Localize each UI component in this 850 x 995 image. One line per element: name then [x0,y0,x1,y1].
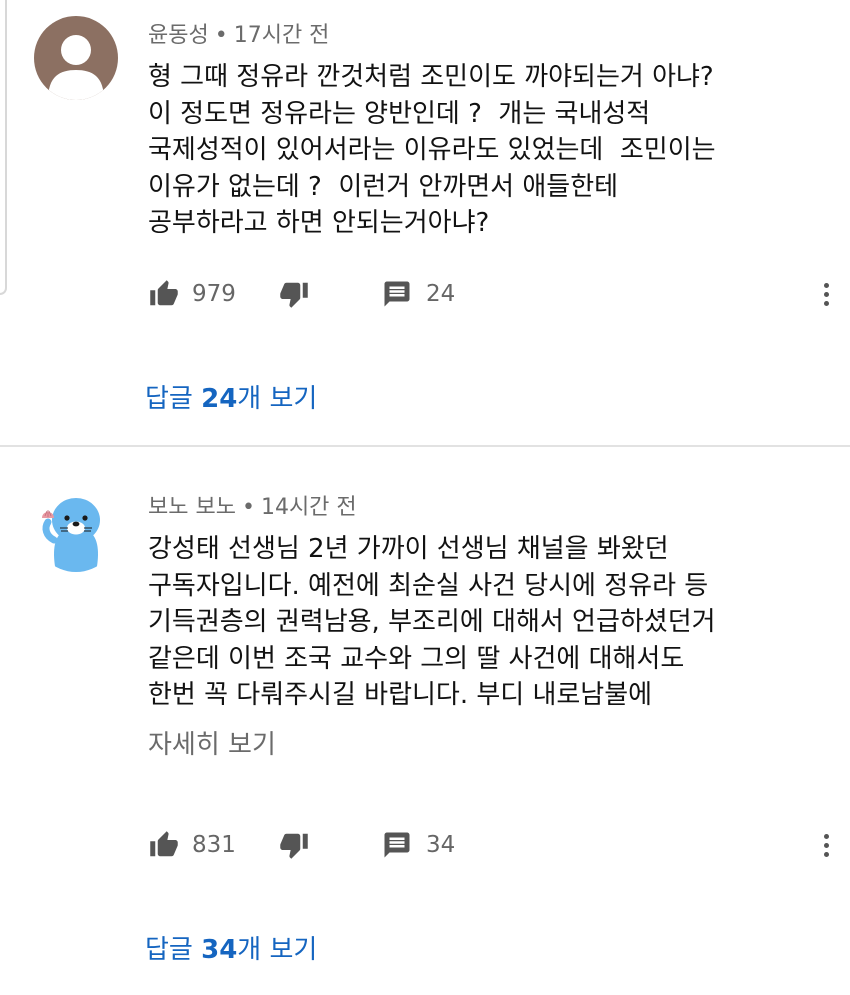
comment-actions: 831 34 [148,825,838,865]
comment-text: 형 그때 정유라 깐것처럼 조민이도 까야되는거 아냐? 이 정도면 정유라는 … [148,62,716,238]
replies-prefix: 답글 [145,384,202,414]
view-replies-link[interactable]: 답글 24개 보기 [145,378,317,415]
thumbs-up-icon [150,831,178,857]
reply-count: 34 [426,832,456,858]
comment-1: 윤동성 • 17시간 전 형 그때 정유라 깐것처럼 조민이도 까야되는거 아냐? … [0,0,850,445]
more-vert-icon[interactable] [814,825,838,865]
like-count: 831 [192,832,236,858]
reply-count: 24 [426,281,456,307]
replies-number: 34 [201,935,238,965]
default-avatar-icon [34,16,118,100]
replies-prefix: 답글 [145,935,202,965]
reply-button[interactable]: 24 [382,274,455,314]
comment-time[interactable]: 14시간 전 [261,495,357,520]
author-name[interactable]: 보노 보노 [148,495,236,520]
like-button[interactable]: 831 [148,825,236,865]
comment-icon [384,832,410,858]
comment-icon [384,281,410,307]
dislike-button[interactable] [278,274,310,314]
comment-text: 강성태 선생님 2년 가까이 선생님 채널을 봐왔던 구독자입니다. 예전에 최… [148,534,716,710]
author-avatar[interactable] [34,16,118,100]
reply-button[interactable]: 34 [382,825,455,865]
meta-separator: • [241,495,255,520]
show-more-link[interactable]: 자세히 보기 [148,724,276,761]
thumbs-down-icon [280,833,308,859]
comment-actions: 979 24 [148,274,838,314]
meta-separator: • [214,23,228,48]
replies-suffix: 개 보기 [237,384,318,414]
thumbs-down-icon [280,282,308,308]
thumbs-up-icon [150,280,178,306]
replies-suffix: 개 보기 [237,935,318,965]
comment-2: 보노 보노 • 14시간 전 강성태 선생님 2년 가까이 선생님 채널을 봐왔던 … [0,447,850,995]
like-button[interactable]: 979 [148,274,236,314]
bonobono-avatar [34,488,118,572]
view-replies-link[interactable]: 답글 34개 보기 [145,929,317,966]
comment-time[interactable]: 17시간 전 [234,23,330,48]
author-avatar[interactable] [34,488,118,572]
like-count: 979 [192,281,236,307]
comment-meta: 보노 보노 • 14시간 전 [148,489,357,521]
more-vert-icon[interactable] [814,274,838,314]
dislike-button[interactable] [278,825,310,865]
comment-meta: 윤동성 • 17시간 전 [148,17,329,49]
author-name[interactable]: 윤동성 [148,23,209,48]
replies-number: 24 [201,384,238,414]
